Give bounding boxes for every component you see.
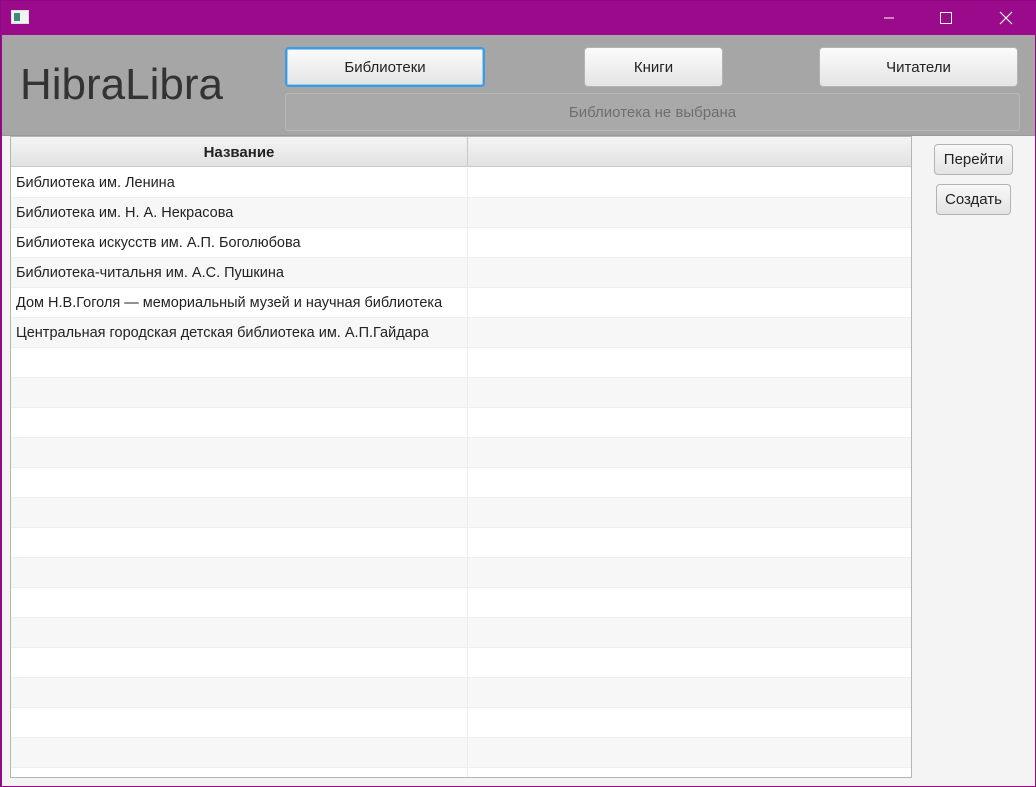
cell-extra	[468, 468, 911, 497]
table-row-empty[interactable]	[11, 528, 911, 558]
libraries-table[interactable]: Название Библиотека им. Ленина Библиотека…	[10, 136, 912, 778]
table-row-empty[interactable]	[11, 438, 911, 468]
table-row-empty[interactable]	[11, 348, 911, 378]
table-row[interactable]: Библиотека им. Ленина	[11, 168, 911, 198]
maximize-icon	[940, 12, 952, 24]
cell-name	[11, 528, 468, 557]
maximize-button[interactable]	[923, 1, 969, 35]
books-button[interactable]: Книги	[584, 47, 723, 87]
table-row-empty[interactable]	[11, 408, 911, 438]
cell-extra	[468, 738, 911, 767]
cell-name	[11, 768, 468, 777]
table-row[interactable]: Библиотека искусств им. А.П. Боголюбова	[11, 228, 911, 258]
table-row-empty[interactable]	[11, 588, 911, 618]
column-header-name[interactable]: Название	[11, 137, 468, 167]
table-body: Библиотека им. Ленина Библиотека им. Н. А…	[11, 168, 911, 777]
cell-name	[11, 558, 468, 587]
cell-extra	[468, 378, 911, 407]
cell-name: Библиотека им. Н. А. Некрасова	[11, 198, 468, 227]
column-header-extra[interactable]	[468, 137, 911, 167]
title-bar[interactable]	[1, 1, 1036, 35]
cell-extra	[468, 228, 911, 257]
cell-extra	[468, 528, 911, 557]
table-row-empty[interactable]	[11, 768, 911, 777]
table-row[interactable]: Библиотека-читальня им. А.С. Пушкина	[11, 258, 911, 288]
client-area: HibraLibra Библиотеки Книги Читатели Биб…	[2, 35, 1035, 786]
libraries-button[interactable]: Библиотеки	[285, 47, 485, 87]
cell-extra	[468, 558, 911, 587]
close-button[interactable]	[983, 1, 1029, 35]
table-row[interactable]: Библиотека им. Н. А. Некрасова	[11, 198, 911, 228]
cell-name	[11, 618, 468, 647]
table-row[interactable]: Дом Н.В.Гоголя — мемориальный музей и на…	[11, 288, 911, 318]
cell-extra	[468, 768, 911, 777]
minimize-button[interactable]	[866, 1, 912, 35]
cell-name	[11, 648, 468, 677]
cell-extra	[468, 318, 911, 347]
table-row-empty[interactable]	[11, 468, 911, 498]
cell-extra	[468, 258, 911, 287]
cell-name	[11, 468, 468, 497]
selected-library-status: Библиотека не выбрана	[285, 93, 1020, 131]
table-row-empty[interactable]	[11, 558, 911, 588]
table-row-empty[interactable]	[11, 678, 911, 708]
header-panel: HibraLibra Библиотеки Книги Читатели Биб…	[2, 35, 1035, 136]
cell-extra	[468, 498, 911, 527]
cell-name	[11, 438, 468, 467]
goto-button[interactable]: Перейти	[934, 144, 1013, 175]
app-title: HibraLibra	[20, 60, 223, 109]
cell-extra	[468, 588, 911, 617]
cell-name	[11, 738, 468, 767]
cell-name	[11, 678, 468, 707]
table-row-empty[interactable]	[11, 498, 911, 528]
table-row-empty[interactable]	[11, 708, 911, 738]
cell-name: Библиотека-читальня им. А.С. Пушкина	[11, 258, 468, 287]
cell-name	[11, 588, 468, 617]
cell-extra	[468, 618, 911, 647]
cell-name	[11, 378, 468, 407]
create-button[interactable]: Создать	[936, 184, 1011, 215]
cell-name	[11, 348, 468, 377]
cell-name	[11, 408, 468, 437]
cell-extra	[468, 708, 911, 737]
app-window-icon	[11, 10, 29, 24]
cell-extra	[468, 168, 911, 197]
app-window: HibraLibra Библиотеки Книги Читатели Биб…	[0, 0, 1036, 787]
table-row-empty[interactable]	[11, 738, 911, 768]
close-icon	[999, 11, 1013, 25]
table-row-empty[interactable]	[11, 378, 911, 408]
cell-extra	[468, 288, 911, 317]
cell-extra	[468, 198, 911, 227]
cell-extra	[468, 648, 911, 677]
cell-extra	[468, 348, 911, 377]
cell-extra	[468, 678, 911, 707]
cell-name: Библиотека им. Ленина	[11, 168, 468, 197]
table-header: Название	[11, 137, 911, 167]
table-row-empty[interactable]	[11, 648, 911, 678]
cell-name: Центральная городская детская библиотека…	[11, 318, 468, 347]
readers-button[interactable]: Читатели	[819, 47, 1018, 87]
table-row-empty[interactable]	[11, 618, 911, 648]
cell-name: Дом Н.В.Гоголя — мемориальный музей и на…	[11, 288, 468, 317]
cell-name: Библиотека искусств им. А.П. Боголюбова	[11, 228, 468, 257]
cell-extra	[468, 438, 911, 467]
cell-name	[11, 708, 468, 737]
minimize-icon	[884, 17, 894, 19]
cell-name	[11, 498, 468, 527]
table-row[interactable]: Центральная городская детская библиотека…	[11, 318, 911, 348]
cell-extra	[468, 408, 911, 437]
